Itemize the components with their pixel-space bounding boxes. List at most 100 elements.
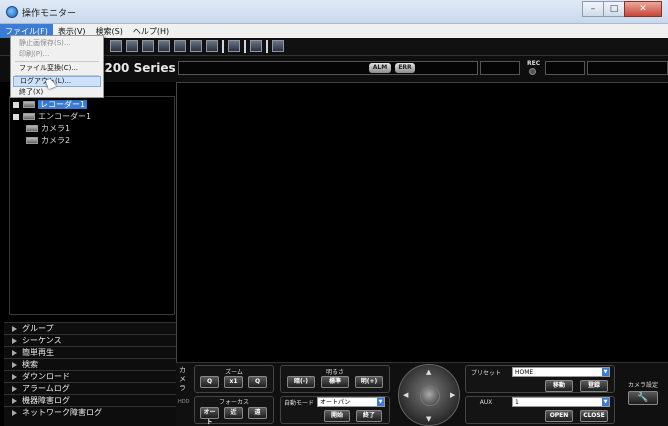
layout-16-button[interactable] <box>228 40 240 52</box>
aux-close-button[interactable]: CLOSE <box>580 410 608 422</box>
tree-item-camera1[interactable]: カメラ1 <box>26 123 70 134</box>
zoom-label: ズーム <box>225 369 243 376</box>
menu-exit[interactable]: 終了(X) <box>13 87 101 98</box>
tree-item-encoder[interactable]: エンコーダー1 <box>13 111 91 122</box>
nav-item-label: 機器障害ログ <box>22 396 70 405</box>
toolbar-separator <box>266 40 268 53</box>
ptz-center-button[interactable] <box>420 386 440 406</box>
device-panel: レコーダー1 エンコーダー1 カメラ1 カメラ2 <box>4 82 176 317</box>
pan-up-icon[interactable]: ▲ <box>426 368 431 376</box>
pan-left-icon[interactable]: ◀ <box>403 391 408 399</box>
brightness-standard-button[interactable]: 標準 <box>321 376 349 388</box>
window-title: 操作モニター <box>22 9 77 19</box>
auto-mode-start-button[interactable]: 開始 <box>324 410 350 422</box>
expand-arrow-icon <box>12 337 17 344</box>
menu-help[interactable]: ヘルプ(H) <box>128 24 174 38</box>
nav-item-network-fault-log[interactable]: ネットワーク障害ログ <box>4 406 176 418</box>
pan-down-icon[interactable]: ▼ <box>426 415 431 423</box>
nav-list: グループ シーケンス 簡単再生 検索 ダウンロード アラームログ 機器障害ログ … <box>4 322 176 426</box>
info-box-2 <box>545 61 585 75</box>
tree-item-label: エンコーダー1 <box>38 112 92 121</box>
preset-value: HOME <box>515 369 534 376</box>
layout-10-button[interactable] <box>190 40 202 52</box>
menu-save-still-image[interactable]: 静止画保存(S)... <box>13 38 101 49</box>
alarm-indicator[interactable]: ALM <box>369 63 391 73</box>
preset-select[interactable]: HOME ▼ <box>512 367 610 377</box>
ptz-joystick[interactable]: ▲ ▼ ◀ ▶ <box>398 364 460 426</box>
aux-select[interactable]: 1 ▼ <box>512 397 610 407</box>
menu-logout[interactable]: ログアウト(L)... <box>13 76 101 87</box>
nav-item-alarm-log[interactable]: アラームログ <box>4 382 176 394</box>
aux-value: 1 <box>515 399 519 406</box>
layout-13-button[interactable] <box>206 40 218 52</box>
tree-item-recorder[interactable]: レコーダー1 <box>13 99 88 110</box>
layout-4-button[interactable] <box>126 40 138 52</box>
focus-near-button[interactable]: 近 <box>224 407 243 419</box>
toolbar-separator <box>222 40 224 53</box>
focus-far-button[interactable]: 遠 <box>248 407 267 419</box>
expand-arrow-icon <box>12 361 17 368</box>
zoom-in-button[interactable]: Q <box>248 376 267 388</box>
tree-item-camera2[interactable]: カメラ2 <box>26 135 70 146</box>
layout-6-button[interactable] <box>142 40 154 52</box>
camera-icon <box>26 137 38 144</box>
auto-mode-select[interactable]: オートパン ▼ <box>317 397 385 407</box>
aux-label: AUX <box>479 399 493 406</box>
toolbar-separator <box>244 40 246 53</box>
camera-side-label: カメラ <box>179 366 186 392</box>
preset-register-button[interactable]: 登録 <box>580 380 608 392</box>
device-tree: レコーダー1 エンコーダー1 カメラ1 カメラ2 <box>9 96 175 315</box>
zoom-x1-button[interactable]: x1 <box>224 376 243 388</box>
nav-item-label: ダウンロード <box>22 372 70 381</box>
snapshot-button[interactable] <box>250 40 262 52</box>
close-button[interactable]: ✕ <box>624 1 662 17</box>
nav-item-sequence[interactable]: シーケンス <box>4 334 176 346</box>
status-display <box>178 61 478 75</box>
nav-item-label: シーケンス <box>22 336 62 345</box>
minimize-button[interactable]: – <box>582 1 604 17</box>
focus-auto-button[interactable]: オート <box>200 407 219 426</box>
series-title: 1200 Series <box>96 61 176 75</box>
expand-icon[interactable] <box>13 113 19 120</box>
menu-print[interactable]: 印刷(P)... <box>13 49 101 60</box>
tree-item-label: カメラ2 <box>41 136 71 145</box>
layout-9-button[interactable] <box>174 40 186 52</box>
info-box-3 <box>587 61 668 75</box>
expand-arrow-icon <box>12 325 17 332</box>
expand-arrow-icon <box>12 373 17 380</box>
expand-icon[interactable] <box>13 101 19 108</box>
zoom-out-button[interactable]: Q <box>200 376 219 388</box>
brightness-dark-button[interactable]: 暗(-) <box>287 376 315 388</box>
focus-label: フォーカス <box>218 399 249 406</box>
nav-item-device-fault-log[interactable]: 機器障害ログ <box>4 394 176 406</box>
camera-settings-button[interactable]: 🔧 <box>628 391 658 405</box>
nav-item-label: グループ <box>22 324 54 333</box>
wrench-icon: 🔧 <box>637 393 649 403</box>
aux-open-button[interactable]: OPEN <box>545 410 573 422</box>
chevron-down-icon: ▼ <box>377 398 384 406</box>
error-indicator[interactable]: ERR <box>395 63 415 73</box>
pan-right-icon[interactable]: ▶ <box>450 391 455 399</box>
expand-arrow-icon <box>12 409 17 416</box>
auto-mode-value: オートパン <box>320 399 351 406</box>
nav-item-label: アラームログ <box>22 384 70 393</box>
nav-item-download[interactable]: ダウンロード <box>4 370 176 382</box>
nav-item-easy-playback[interactable]: 簡単再生 <box>4 346 176 358</box>
maximize-button[interactable]: □ <box>603 1 625 17</box>
chevron-down-icon: ▼ <box>602 398 609 406</box>
auto-mode-stop-button[interactable]: 終了 <box>356 410 382 422</box>
recorder-icon <box>23 101 35 108</box>
nav-item-search[interactable]: 検索 <box>4 358 176 370</box>
preset-label: プリセット <box>470 370 501 377</box>
layout-1-button[interactable] <box>110 40 122 52</box>
auto-mode-label: 自動モード <box>283 400 314 407</box>
app-icon <box>6 6 18 18</box>
brightness-bright-button[interactable]: 明(+) <box>355 376 383 388</box>
fullscreen-button[interactable] <box>272 40 284 52</box>
menu-file-convert[interactable]: ファイル変換(C)... <box>13 63 101 74</box>
preset-move-button[interactable]: 移動 <box>545 380 573 392</box>
video-display[interactable] <box>176 82 668 362</box>
layout-8-button[interactable] <box>158 40 170 52</box>
nav-item-group[interactable]: グループ <box>4 322 176 334</box>
file-menu-dropdown: 静止画保存(S)... 印刷(P)... ファイル変換(C)... ログアウト(… <box>10 35 104 98</box>
